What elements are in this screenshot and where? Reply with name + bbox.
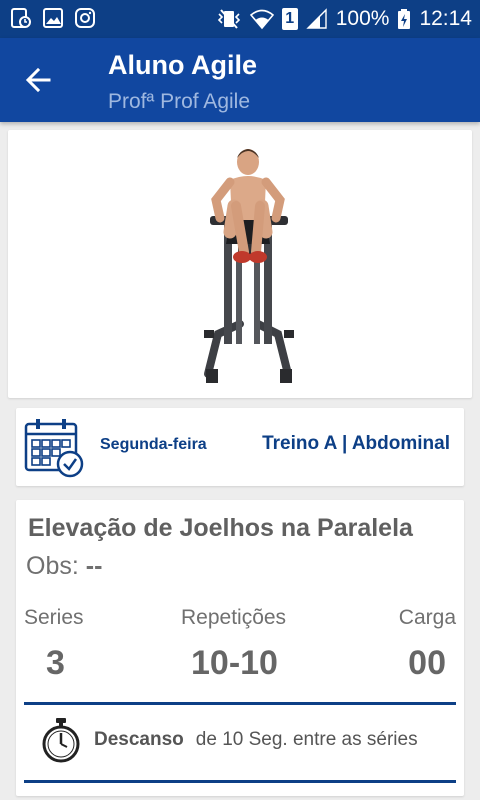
rest-label: Descanso — [94, 729, 184, 750]
gallery-notification-icon — [43, 8, 63, 28]
obs-label: Obs: — [26, 552, 79, 580]
calendar-check-icon — [24, 419, 84, 478]
wifi-icon — [249, 9, 274, 30]
series-value: 3 — [46, 644, 65, 682]
exercise-name: Elevação de Joelhos na Paralela — [28, 514, 413, 542]
rest-row: Descanso de 10 Seg. entre as séries — [40, 714, 418, 766]
weekday-label: Segunda-feira — [100, 436, 207, 453]
status-bar: 1 100% 12:14 — [0, 0, 480, 38]
load-value: 00 — [408, 644, 446, 682]
battery-charging-icon — [398, 9, 411, 29]
instagram-notification-icon — [75, 8, 95, 28]
series-label: Series — [24, 606, 84, 629]
clock: 12:14 — [419, 7, 472, 30]
back-button[interactable] — [18, 60, 58, 100]
stopwatch-icon — [42, 718, 80, 763]
repetitions-value: 10-10 — [191, 644, 278, 682]
vibrate-icon — [217, 9, 240, 29]
repetitions-label: Repetições — [181, 606, 287, 629]
divider — [24, 780, 456, 783]
sim-slot-indicator: 1 — [281, 8, 298, 30]
exercise-detail-card: Elevação de Joelhos na Paralela Obs: -- … — [16, 500, 464, 796]
student-name-title: Aluno Agile — [108, 50, 257, 80]
exercise-image-card — [8, 130, 472, 398]
obs-value: -- — [85, 552, 103, 580]
arrow-left-icon — [25, 67, 51, 93]
signal-icon — [306, 8, 327, 29]
observation: Obs: -- — [26, 552, 102, 581]
rest-duration-text: de 10 Seg. entre as séries — [195, 729, 418, 750]
workout-day-card: Segunda-feira Treino A | Abdominal — [16, 408, 464, 486]
load-label: Carga — [398, 606, 456, 629]
usage-notification-icon — [11, 8, 31, 28]
exercise-illustration — [204, 149, 294, 383]
app-bar: Aluno Agile Profª Prof Agile — [0, 38, 480, 122]
battery-percent: 100% — [335, 7, 390, 30]
workout-label: Treino A | Abdominal — [262, 433, 450, 454]
teacher-subtitle: Profª Prof Agile — [108, 90, 251, 113]
divider — [24, 702, 456, 705]
